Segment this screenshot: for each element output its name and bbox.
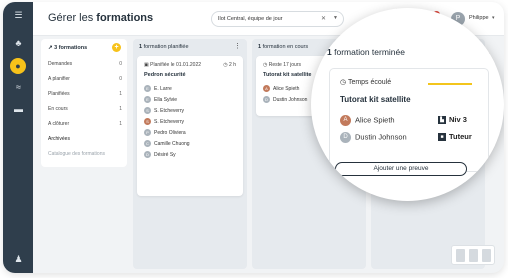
participant: S S. Etcheverry (144, 118, 184, 125)
minimap-column[interactable] (456, 249, 465, 262)
avatar: S (144, 107, 151, 114)
page-title: Gérer les formations (48, 12, 154, 24)
participant: E Ella Sylvie (144, 96, 177, 103)
add-formation-button[interactable]: + (112, 43, 121, 52)
nav-rail: ☰ ♣ ● ≈ ▬ ♟ (3, 2, 33, 273)
minimap-column[interactable] (482, 249, 491, 262)
participant: D Dustin Johnson (340, 132, 407, 143)
users-icon[interactable]: ♟ (13, 254, 24, 265)
tree-icon[interactable]: ♣ (13, 38, 24, 49)
avatar: E (144, 85, 151, 92)
participant: S S. Etcheverry (144, 107, 184, 114)
formation-card[interactable]: ▣ Planifiée le 01.01.2022 ◷ 2 h Pedron s… (137, 56, 243, 196)
status-item-requests[interactable]: Demandes 0 (48, 61, 122, 67)
elapsed-progress-bar (428, 83, 472, 85)
status-item-planned[interactable]: Planifiées 1 (48, 91, 122, 97)
card-title: Pedron sécurité (144, 72, 186, 78)
column-done: 1 formation terminée ⋮ ◷ Temps écoulé Tu… (325, 42, 495, 182)
clear-icon[interactable]: ✕ (321, 15, 326, 22)
status-item-in-progress[interactable]: En cours 1 (48, 106, 122, 112)
level-icon: ▙ (438, 116, 446, 125)
status-item-archived[interactable]: Archivées (48, 136, 122, 142)
avatar: E (144, 96, 151, 103)
site-select-value: Ilot Central, équipe de jour (218, 16, 283, 22)
level-badge: ▙ Niv 3 (438, 115, 467, 125)
card-title: Tutorat kit satellite (340, 95, 411, 104)
more-icon[interactable]: ⋮ (234, 42, 241, 50)
tutor-icon: ■ (438, 133, 446, 142)
folder-icon[interactable]: ▬ (13, 104, 24, 115)
avatar: A (263, 85, 270, 92)
participant: D Désiré Sy (144, 151, 176, 158)
zoom-lens: 1 formation terminée ⋮ ◷ Temps écoulé Tu… (311, 8, 504, 201)
column-title: 1 formation en cours (258, 44, 309, 50)
avatar: A (340, 115, 351, 126)
formation-card[interactable]: ◷ Temps écoulé Tutorat kit satellite A Al… (329, 68, 489, 172)
more-icon[interactable]: ⋮ (485, 45, 495, 56)
avatar: S (144, 118, 151, 125)
user-name[interactable]: Philippe (469, 15, 489, 21)
avatar: D (263, 96, 270, 103)
minimap-column[interactable] (469, 249, 478, 262)
avatar: D (340, 132, 351, 143)
participant: A Alice Spieth (263, 85, 299, 92)
participant: E E. Larre (144, 85, 172, 92)
participant: C Camille Chuong (144, 140, 190, 147)
formations-count: ↗ 3 formations (48, 45, 88, 51)
card-date: ▣ Planifiée le 01.01.2022 (144, 62, 201, 68)
status-panel: ↗ 3 formations + Demandes 0 A planifier 0 … (41, 39, 127, 167)
catalog-link[interactable]: Catalogue des formations (48, 151, 122, 157)
avatar: C (144, 140, 151, 147)
card-remaining: ◷ Reste 17 jours (263, 62, 302, 68)
column-minimap[interactable] (451, 245, 495, 265)
column-title: 1 formation planifiée (139, 44, 189, 50)
participant: P Pedro Oliviera (144, 129, 186, 136)
add-proof-button[interactable]: Ajouter une preuve (335, 162, 467, 176)
site-select[interactable]: Ilot Central, équipe de jour ✕ ▼ (211, 11, 344, 27)
participant: A Alice Spieth (340, 115, 395, 126)
status-item-to-close[interactable]: A clôturer 1 (48, 121, 122, 127)
chevron-down-icon[interactable]: ▾ (492, 15, 495, 21)
chevron-down-icon[interactable]: ▼ (333, 15, 338, 21)
column-title: 1 formation terminée (327, 47, 405, 57)
tutor-badge: ■ Tuteur (438, 132, 472, 142)
column-planned: 1 formation planifiée ⋮ ▣ Planifiée le 0… (133, 39, 247, 269)
elapsed-time: ◷ Temps écoulé (340, 79, 392, 86)
card-title: Tutorat kit satellite (263, 72, 312, 78)
card-duration: ◷ 2 h (223, 62, 236, 68)
avatar: D (144, 151, 151, 158)
status-item-to-plan[interactable]: A planifier 0 (48, 76, 122, 82)
menu-icon[interactable]: ☰ (13, 10, 24, 21)
avatar: P (144, 129, 151, 136)
training-icon[interactable]: ● (10, 58, 26, 74)
chart-icon[interactable]: ≈ (13, 82, 24, 93)
app-window: ☰ ♣ ● ≈ ▬ ♟ Gérer les formations Ilot Ce… (3, 2, 504, 273)
participant: D Dustin Johnson (263, 96, 307, 103)
